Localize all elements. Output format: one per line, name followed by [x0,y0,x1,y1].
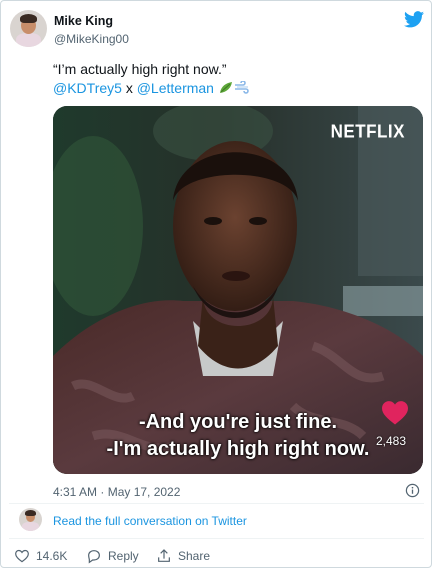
leaf-emoji-icon [219,82,232,93]
like-count: 14.6K [36,549,68,563]
author-avatar[interactable] [10,10,47,47]
mention-kdtrey5-link[interactable]: @KDTrey5 [53,80,122,96]
heart-reaction-icon[interactable] [382,401,408,425]
dash-emoji-icon [234,81,249,94]
share-icon [158,549,170,562]
heart-outline-icon [15,549,29,563]
video-still[interactable]: NETFLIX -And you're just fine. -I'm actu… [53,106,423,474]
tweet-connector: x [121,80,137,96]
subtitle-line2: -I'm actually high right now. [106,438,370,460]
author-handle[interactable]: @MikeKing00 [54,32,129,46]
heart-count: 2,483 [376,434,407,448]
reply-button[interactable]: Reply [86,548,139,564]
reply-label: Reply [108,549,139,563]
divider [9,503,424,504]
tweet-text-line1: “I’m actually high right now.” [53,61,227,77]
share-button[interactable]: Share [156,548,210,564]
author-avatar-small[interactable] [19,508,42,531]
share-label: Share [178,549,211,563]
divider [9,538,424,539]
read-conversation-link[interactable]: Read the full conversation on Twitter [53,514,247,528]
netflix-logo: NETFLIX [330,121,405,142]
reply-icon [88,550,100,564]
info-icon[interactable] [405,483,420,498]
twitter-bird-icon[interactable] [404,11,424,28]
tweet-card: Mike King @MikeKing00 “I’m actually high… [0,0,432,568]
mention-letterman-link[interactable]: @Letterman [137,80,214,96]
tweet-text-line2: @KDTrey5 x @Letterman [53,80,250,96]
subtitle-line1: -And you're just fine. [138,411,338,433]
like-button[interactable]: 14.6K [14,548,67,564]
author-name[interactable]: Mike King [54,14,113,28]
tweet-timestamp[interactable]: 4:31 AM · May 17, 2022 [53,485,180,499]
